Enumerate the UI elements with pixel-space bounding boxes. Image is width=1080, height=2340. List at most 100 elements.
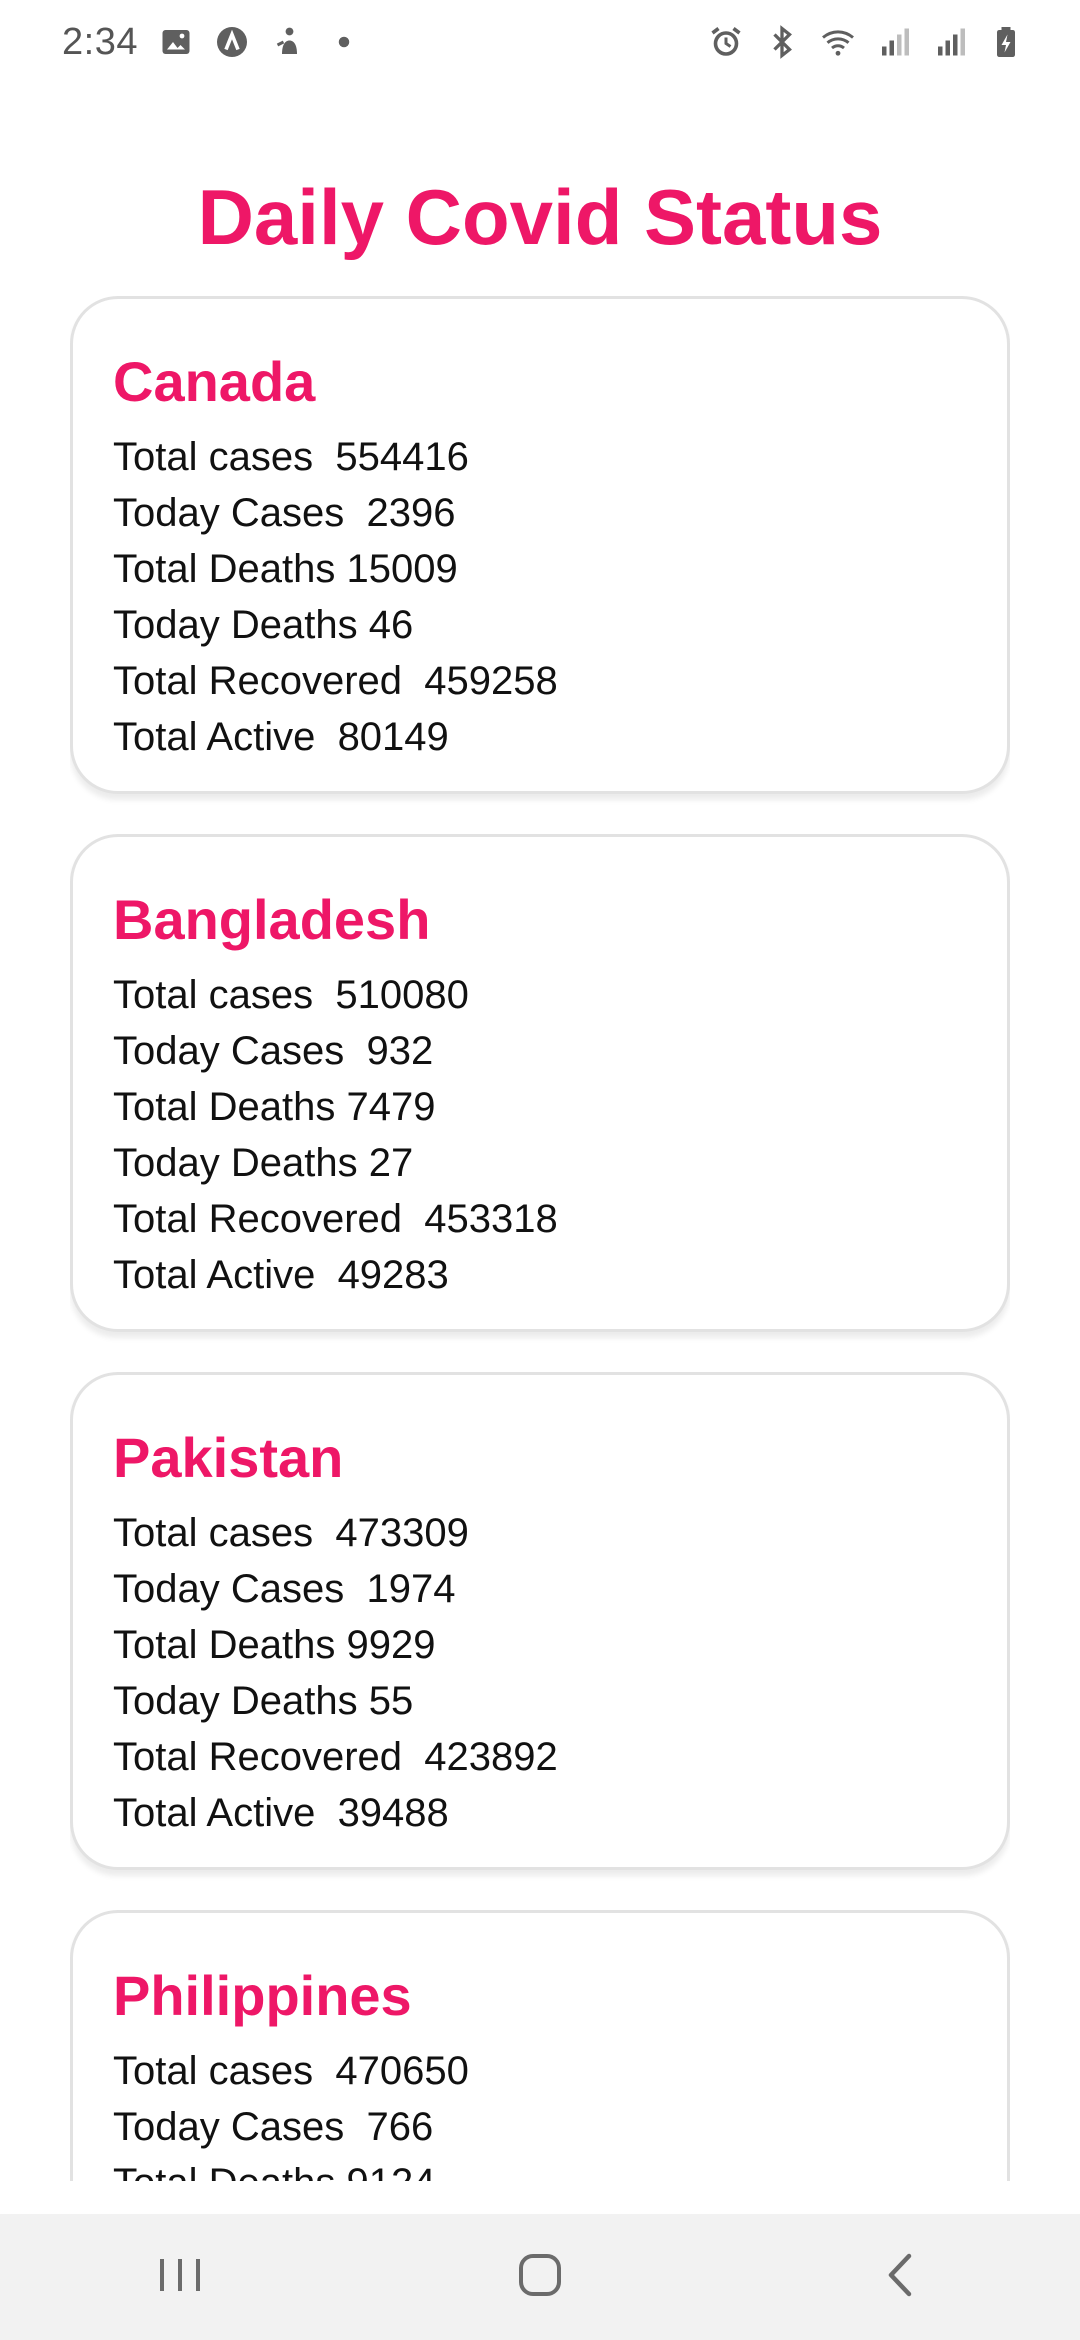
country-card-list[interactable]: Canada Total cases 554416 Today Cases 2396… bbox=[70, 296, 1010, 2181]
stat-value: 459258 bbox=[424, 659, 558, 703]
stat-row: Total cases 470650 bbox=[113, 2043, 967, 2099]
stat-separator bbox=[315, 715, 337, 759]
stat-label: Total Recovered bbox=[113, 1197, 403, 1241]
stat-label: Total Deaths bbox=[113, 2161, 335, 2181]
stat-value: 510080 bbox=[335, 973, 469, 1017]
stat-label: Total Deaths bbox=[113, 1085, 336, 1129]
stat-separator bbox=[344, 491, 366, 535]
stat-label: Today Cases bbox=[113, 2105, 345, 2149]
stat-label: Total cases bbox=[113, 435, 314, 479]
stat-value: 9929 bbox=[346, 1623, 436, 1667]
stat-label: Total cases bbox=[113, 973, 314, 1017]
back-button[interactable] bbox=[840, 2214, 960, 2340]
wifi-icon bbox=[820, 24, 856, 60]
app-logo-icon bbox=[214, 24, 250, 60]
stat-label: Total Active bbox=[113, 1253, 316, 1297]
stat-value: 15009 bbox=[346, 547, 458, 591]
stat-label: Today Deaths bbox=[113, 1679, 358, 1723]
stat-row: Today Deaths 27 bbox=[113, 1135, 967, 1191]
stat-value: 470650 bbox=[335, 2049, 469, 2093]
status-time: 2:34 bbox=[62, 20, 138, 63]
stat-separator bbox=[402, 1735, 424, 1779]
status-bar-right bbox=[708, 24, 1024, 60]
stat-row: Total Deaths 15009 bbox=[113, 541, 967, 597]
stat-row: Today Cases 766 bbox=[113, 2099, 967, 2155]
stat-value: 7479 bbox=[346, 1085, 436, 1129]
stat-separator bbox=[335, 1623, 346, 1667]
stat-value: 2396 bbox=[366, 491, 456, 535]
stat-separator bbox=[335, 1085, 346, 1129]
stat-separator bbox=[313, 2049, 335, 2093]
stat-separator bbox=[313, 435, 335, 479]
navigation-bar bbox=[0, 2214, 1080, 2340]
stat-separator bbox=[315, 1791, 337, 1835]
stat-label: Total Deaths bbox=[113, 1623, 336, 1667]
country-name: Pakistan bbox=[113, 1426, 344, 1489]
stat-row: Total cases 510080 bbox=[113, 967, 967, 1023]
stat-separator bbox=[358, 603, 369, 647]
signal-icon bbox=[876, 24, 912, 60]
signal-2-icon bbox=[932, 24, 968, 60]
stat-value: 473309 bbox=[335, 1511, 469, 1555]
stat-row: Total Recovered 453318 bbox=[113, 1191, 967, 1247]
stat-row: Today Deaths 46 bbox=[113, 597, 967, 653]
stat-label: Total Deaths bbox=[113, 547, 336, 591]
stat-row: Total Active 80149 bbox=[113, 709, 967, 765]
stat-value: 55 bbox=[368, 1679, 414, 1723]
recent-apps-icon bbox=[157, 2255, 203, 2300]
stat-separator bbox=[335, 2161, 346, 2181]
stat-label: Today Deaths bbox=[113, 603, 358, 647]
stat-value: 766 bbox=[366, 2105, 434, 2149]
stat-label: Total Active bbox=[113, 715, 316, 759]
recent-apps-button[interactable] bbox=[120, 2214, 240, 2340]
stat-label: Total cases bbox=[113, 1511, 314, 1555]
stat-row: Total cases 473309 bbox=[113, 1505, 967, 1561]
stat-value: 39488 bbox=[337, 1791, 449, 1835]
stat-row: Total cases 554416 bbox=[113, 429, 967, 485]
country-name: Canada bbox=[113, 350, 316, 413]
image-icon bbox=[158, 24, 194, 60]
stat-value: 1974 bbox=[366, 1567, 456, 1611]
home-icon bbox=[517, 2252, 563, 2303]
stat-row: Today Deaths 55 bbox=[113, 1673, 967, 1729]
country-name: Bangladesh bbox=[113, 888, 431, 951]
stat-row: Total Deaths 7479 bbox=[113, 1079, 967, 1135]
home-button[interactable] bbox=[480, 2214, 600, 2340]
battery-charging-icon bbox=[988, 24, 1024, 60]
dot-icon bbox=[326, 24, 362, 60]
status-bar-left: 2:34 bbox=[62, 21, 362, 64]
stat-label: Total Recovered bbox=[113, 1735, 403, 1779]
stat-label: Today Deaths bbox=[113, 1141, 358, 1185]
country-name: Philippines bbox=[113, 1964, 412, 2027]
stat-separator bbox=[402, 659, 424, 703]
stat-value: 554416 bbox=[335, 435, 469, 479]
stat-row: Today Cases 2396 bbox=[113, 485, 967, 541]
page-title: Daily Covid Status bbox=[197, 173, 883, 261]
stat-value: 932 bbox=[366, 1029, 434, 1073]
stat-separator bbox=[313, 1511, 335, 1555]
stat-row: Total Recovered 459258 bbox=[113, 653, 967, 709]
stat-row: Total Recovered 423892 bbox=[113, 1729, 967, 1785]
stat-label: Total cases bbox=[113, 2049, 314, 2093]
stat-value: 9124 bbox=[346, 2161, 435, 2181]
stat-label: Today Cases bbox=[113, 1567, 345, 1611]
stat-row: Today Cases 1974 bbox=[113, 1561, 967, 1617]
stat-separator bbox=[315, 1253, 337, 1297]
stat-label: Total Recovered bbox=[113, 659, 403, 703]
stat-separator bbox=[344, 1029, 366, 1073]
alarm-icon bbox=[708, 24, 744, 60]
stat-value: 27 bbox=[368, 1141, 414, 1185]
bluetooth-icon bbox=[764, 24, 800, 60]
stat-value: 80149 bbox=[337, 715, 449, 759]
notification-icon bbox=[270, 24, 306, 60]
country-card: Pakistan Total cases 473309 Today Cases 19… bbox=[70, 1372, 1010, 1870]
stat-separator bbox=[358, 1679, 369, 1723]
stat-label: Today Cases bbox=[113, 491, 345, 535]
back-icon bbox=[885, 2252, 915, 2303]
country-card: Canada Total cases 554416 Today Cases 2396… bbox=[70, 296, 1010, 794]
stat-separator bbox=[344, 2105, 366, 2149]
stat-value: 453318 bbox=[424, 1197, 558, 1241]
status-bar: 2:34 bbox=[0, 0, 1080, 84]
stat-value: 46 bbox=[368, 603, 414, 647]
stat-label: Total Active bbox=[113, 1791, 316, 1835]
